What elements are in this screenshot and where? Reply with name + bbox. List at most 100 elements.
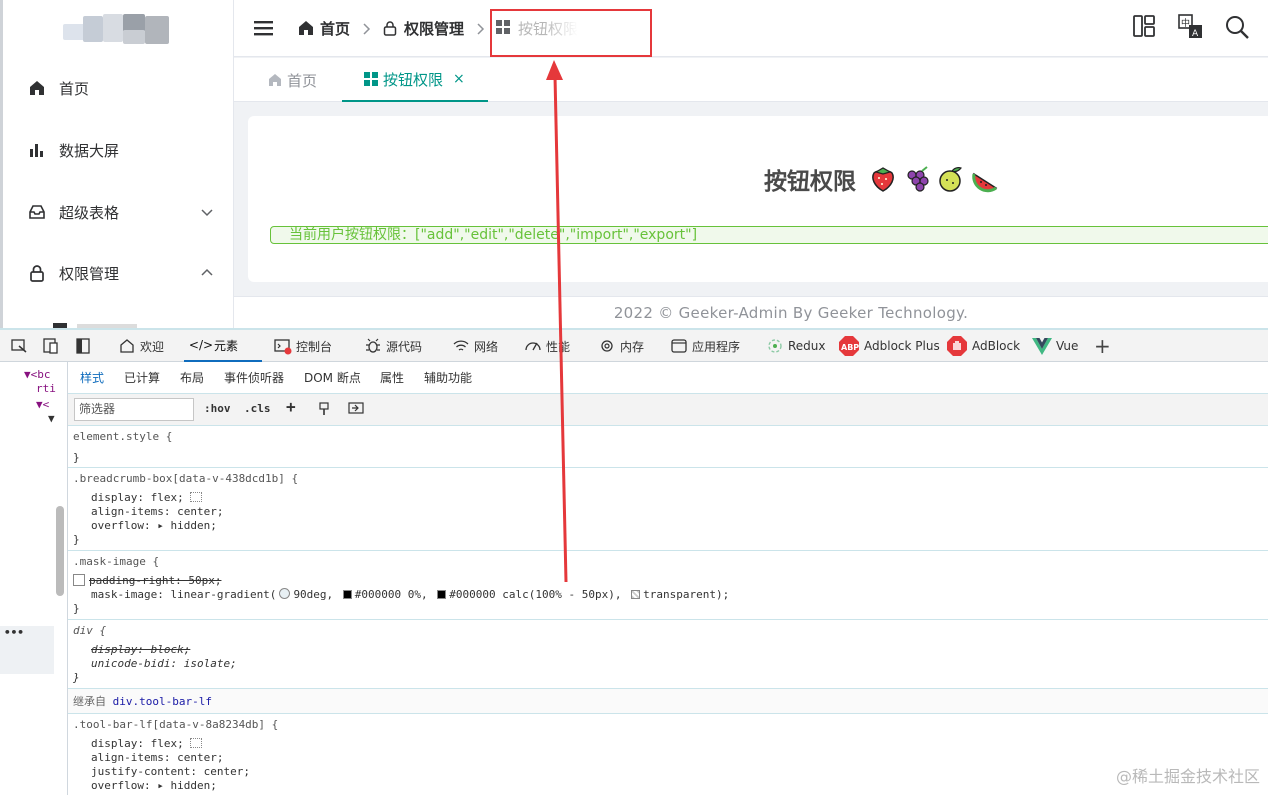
breadcrumb-permission[interactable]: 权限管理 [382, 17, 464, 39]
rule-tool-bar-lf[interactable]: .tool-bar-lf[data-v-8a8234db] { display:… [68, 714, 1268, 797]
sidebar-item-home[interactable]: 首页 [27, 68, 227, 108]
device-toolbar-icon[interactable] [42, 330, 60, 362]
inherited-from-header: 继承自 div.tool-bar-lf [68, 689, 1268, 714]
sidebar-item-permission[interactable]: 权限管理 [27, 253, 227, 293]
watermelon-icon [970, 164, 1000, 194]
rule-element-style[interactable]: element.style { } [68, 426, 1268, 468]
tab-button-permission[interactable]: 按钮权限 × [342, 58, 488, 102]
menu-fold-icon[interactable] [254, 18, 274, 38]
rule-breadcrumb-box[interactable]: .breadcrumb-box[data-v-438dcd1b] { displ… [68, 468, 1268, 551]
chevron-right-icon [362, 21, 372, 35]
dt-tab-sources[interactable]: 源代码 [364, 330, 422, 362]
dt-tab-adblock[interactable]: AdBlock [946, 330, 1020, 362]
sidebar-item-cut-off [53, 318, 153, 328]
inbox-icon [27, 202, 47, 222]
paint-brush-icon[interactable] [318, 402, 330, 419]
window-icon [670, 337, 688, 355]
layout-icon[interactable] [1132, 14, 1156, 40]
svg-text:A: A [1192, 29, 1199, 39]
dom-node: ▼ [48, 412, 55, 425]
code-icon: </> [188, 338, 214, 352]
subtab-layout[interactable]: 布局 [180, 362, 204, 394]
subtab-accessibility[interactable]: 辅助功能 [424, 362, 472, 394]
header-tools: 中A [1132, 14, 1249, 40]
filter-input[interactable]: 筛选器 [74, 398, 194, 421]
tabs-bar: 首页 按钮权限 × [234, 58, 1268, 102]
home-icon [27, 78, 47, 98]
lock-icon [382, 20, 398, 36]
tab-home[interactable]: 首页 [268, 58, 317, 102]
chevron-down-icon [199, 204, 215, 220]
dt-tab-console[interactable]: 控制台 [274, 330, 332, 362]
subtab-styles[interactable]: 样式 [80, 362, 104, 394]
dt-tab-performance[interactable]: 性能 [524, 330, 570, 362]
devtools-panel: 欢迎 </> 元素 控制台 源代码 网络 性能 内存 应用程序 Redux ABP… [0, 328, 1268, 795]
flex-editor-icon[interactable] [190, 738, 203, 748]
blurred-logo [63, 14, 169, 46]
search-icon[interactable] [1224, 14, 1249, 40]
sidebar-item-dashboard[interactable]: 数据大屏 [27, 130, 227, 170]
dt-tab-vue[interactable]: Vue [1032, 330, 1078, 362]
bar-chart-icon [27, 140, 47, 160]
dt-tab-memory[interactable]: 内存 [598, 330, 644, 362]
rule-div[interactable]: div { display: block; unicode-bidi: isol… [68, 620, 1268, 689]
breadcrumb-label: 权限管理 [404, 19, 465, 38]
page-title: 按钮权限 [764, 162, 1000, 196]
grapes-icon [902, 164, 932, 194]
svg-text:中: 中 [1181, 17, 1190, 29]
footer: 2022 © Geeker-Admin By Geeker Technology… [234, 296, 1268, 328]
cls-button[interactable]: .cls [244, 402, 271, 415]
dt-tab-adblock-plus[interactable]: ABP Adblock Plus [838, 330, 940, 362]
lock-icon [27, 263, 47, 283]
new-rule-icon[interactable]: + [286, 397, 296, 416]
content-card: 按钮权限 当前用户按钮权限：["add","edit","delete","im… [248, 116, 1268, 282]
breadcrumb-home[interactable]: 首页 [298, 17, 350, 39]
chevron-right-icon [476, 21, 486, 35]
dom-node: rti [36, 382, 56, 395]
vue-icon [1032, 337, 1052, 355]
rule-mask-image[interactable]: .mask-image { padding-right: 50px; mask-… [68, 551, 1268, 620]
dt-tab-welcome[interactable]: 欢迎 [118, 330, 164, 362]
styles-filterbar: 筛选器 :hov .cls + [68, 394, 1268, 426]
dt-tab-redux[interactable]: Redux [766, 330, 826, 362]
sidebar-toggle-icon[interactable] [74, 330, 92, 362]
grid-icon [364, 72, 378, 86]
subtab-dom-breakpoints[interactable]: DOM 断点 [304, 362, 361, 394]
sidebar-item-label: 超级表格 [59, 203, 120, 222]
bug-icon [364, 337, 382, 355]
dom-tree-pane: ▼<bc rti ▼< ▼ ••• [0, 362, 68, 795]
inherit-link[interactable]: div.tool-bar-lf [113, 695, 212, 708]
dt-tab-application[interactable]: 应用程序 [670, 330, 740, 362]
page-title-text: 按钮权限 [764, 169, 856, 195]
scrollbar-thumb[interactable] [56, 506, 64, 596]
chip-icon [598, 337, 616, 355]
annotation-highlight-box [490, 9, 652, 57]
property-checkbox[interactable] [73, 574, 85, 586]
top-header: 首页 权限管理 按钮权限 中A [234, 0, 1268, 57]
close-icon[interactable]: × [453, 71, 465, 87]
flex-editor-icon[interactable] [190, 492, 203, 502]
dt-tab-network[interactable]: 网络 [452, 330, 498, 362]
hov-button[interactable]: :hov [204, 402, 231, 415]
computed-sidebar-icon[interactable] [348, 402, 364, 417]
sidebar: 首页 数据大屏 超级表格 权限管理 [0, 0, 234, 328]
redux-icon [766, 337, 784, 355]
sidebar-item-super-table[interactable]: 超级表格 [27, 192, 227, 232]
tab-label: 按钮权限 [383, 70, 444, 89]
strawberry-icon [868, 164, 898, 194]
gauge-icon [524, 337, 542, 355]
subtab-event-listeners[interactable]: 事件侦听器 [224, 362, 284, 394]
inspect-icon[interactable] [10, 330, 28, 362]
subtab-computed[interactable]: 已计算 [124, 362, 160, 394]
subtab-properties[interactable]: 属性 [380, 362, 404, 394]
abp-icon: ABP [838, 335, 860, 357]
styles-subtabs: 样式 已计算 布局 事件侦听器 DOM 断点 属性 辅助功能 [68, 362, 1268, 394]
dom-node[interactable]: ▼<bc [24, 368, 51, 381]
devtools-tabbar: 欢迎 </> 元素 控制台 源代码 网络 性能 内存 应用程序 Redux ABP… [0, 330, 1268, 362]
dom-node[interactable]: ▼< [36, 398, 49, 411]
dt-tab-elements[interactable]: </> 元素 [184, 330, 262, 362]
permission-tag: 当前用户按钮权限：["add","edit","delete","import"… [270, 226, 1268, 244]
more-icon[interactable]: ••• [0, 626, 54, 674]
translate-icon[interactable]: 中A [1178, 14, 1202, 40]
add-tab-icon[interactable]: + [1094, 330, 1111, 362]
